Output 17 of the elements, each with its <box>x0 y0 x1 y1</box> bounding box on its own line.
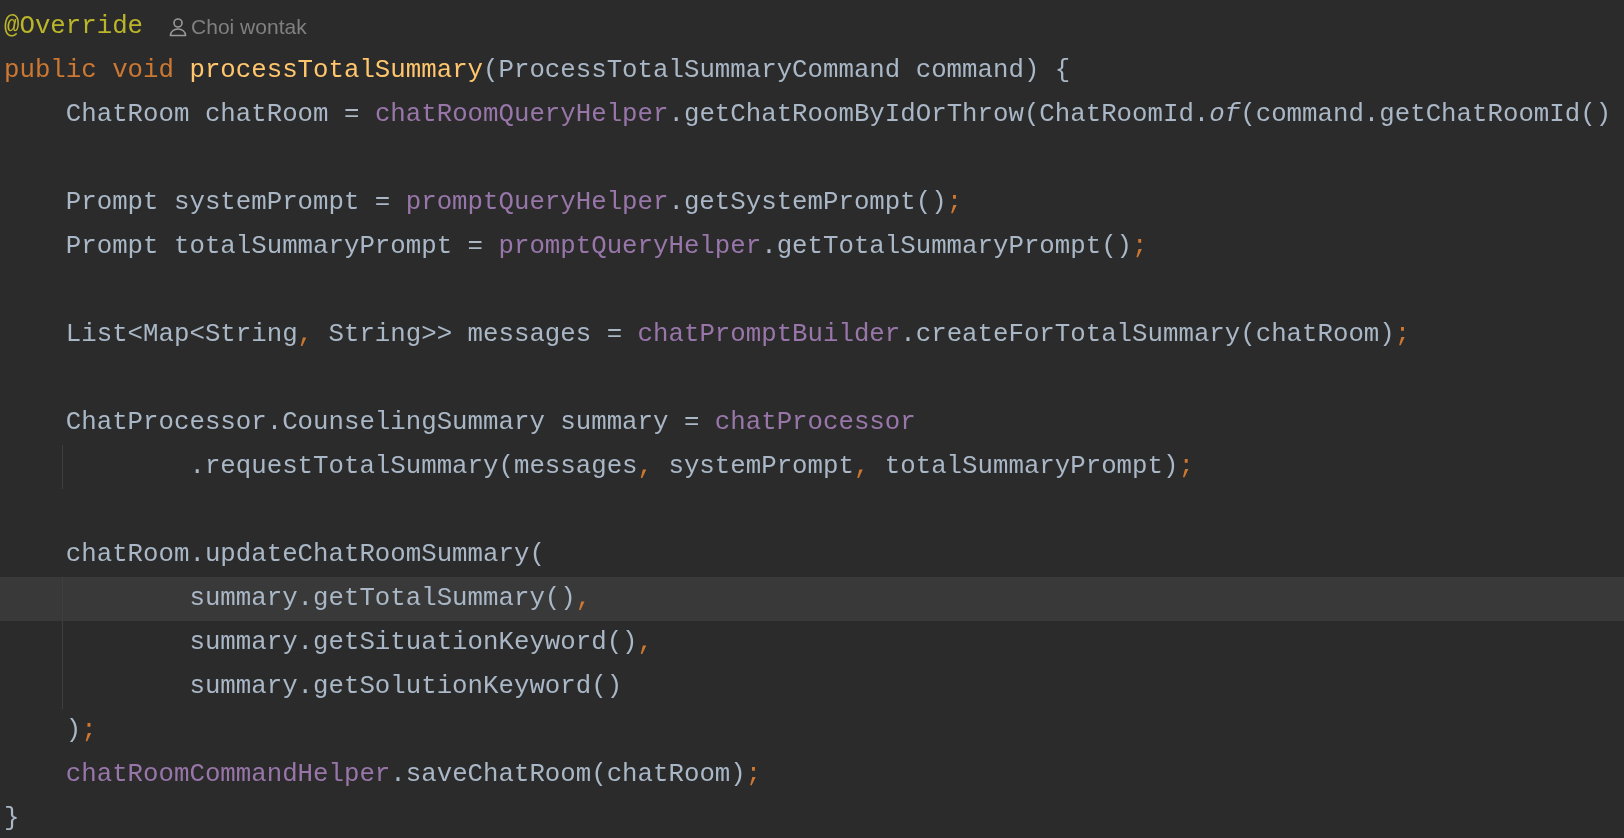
code-line: List<Map<String, String>> messages = chatPromptBuilder.createForTotalSummary(chatRoom); <box>64 319 1411 351</box>
code-line: Prompt totalSummaryPrompt = promptQueryHelper.getTotalSummaryPrompt(); <box>64 231 1148 263</box>
code-line: ChatProcessor.CounselingSummary summary = chatProcessor <box>64 407 916 439</box>
code-line: ); <box>64 715 97 747</box>
code-line: summary.getSituationKeyword(), <box>188 627 653 659</box>
code-line: public void processTotalSummary(ProcessTotalSummaryCommand command) { <box>4 55 1071 87</box>
code-line: } <box>4 803 20 835</box>
code-line: chatRoom.updateChatRoomSummary( <box>64 539 545 571</box>
code-line: summary.getSolutionKeyword() <box>188 671 623 703</box>
code-line: @Override <box>4 11 144 43</box>
code-line: ChatRoom chatRoom = chatRoomQueryHelper.getChatRoomByIdOrThrow(ChatRoomId.of(command.getChatRoomId() <box>64 99 1612 131</box>
code-line: Prompt systemPrompt = promptQueryHelper.getSystemPrompt(); <box>64 187 963 219</box>
code-line: .requestTotalSummary(messages, systemPrompt, totalSummaryPrompt); <box>188 451 1194 483</box>
person-icon <box>169 17 188 37</box>
code-line: summary.getTotalSummary(), <box>188 583 592 615</box>
code-line: chatRoomCommandHelper.saveChatRoom(chatRoom); <box>64 759 762 791</box>
author-hint[interactable]: Choi wontak <box>169 11 307 43</box>
